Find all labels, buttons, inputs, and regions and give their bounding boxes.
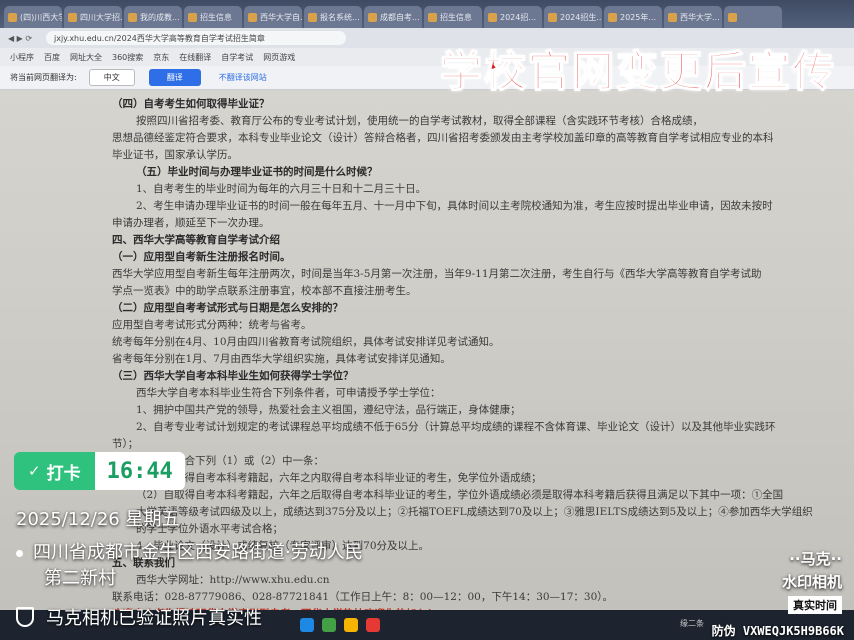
- translate-label: 将当前网页翻译为:: [10, 73, 77, 82]
- browser-tab[interactable]: 2024招...: [484, 6, 542, 28]
- tab-favicon-icon: [488, 12, 497, 22]
- browser-tab[interactable]: (四)川西大学: [4, 6, 62, 28]
- browser-tab[interactable]: 2025年...: [604, 6, 662, 28]
- browser-tab[interactable]: 西华大学...: [664, 6, 722, 28]
- document-body: （四）自考考生如何取得毕业证？ 按照四川省招考委、教育厅公布的专业考试计划，使用统…: [112, 96, 813, 610]
- bookmark-item[interactable]: 网址大全: [70, 52, 102, 63]
- browser-tab[interactable]: 我的成教...: [124, 6, 182, 28]
- browser-tab[interactable]: 西华大学自...: [244, 6, 302, 28]
- browser-tab[interactable]: 四川大学招...: [64, 6, 122, 28]
- bookmark-item[interactable]: 在线翻译: [179, 52, 211, 63]
- document-line: 的学士学位外语水平考试合格；: [136, 523, 283, 535]
- tab-favicon-icon: [428, 12, 437, 22]
- browser-icon[interactable]: [300, 618, 314, 632]
- location-dot-icon: [16, 549, 23, 557]
- checkin-time: 16:44: [94, 452, 185, 490]
- web-page-content: （四）自考考生如何取得毕业证？ 按照四川省招考委、教育厅公布的专业考试计划，使用统…: [0, 90, 854, 610]
- tab-favicon-icon: [188, 12, 197, 22]
- browser-tab[interactable]: 成都自考...: [364, 6, 422, 28]
- url-field[interactable]: jxjy.xhu.edu.cn/2024西华大学高等教育自学考试招生简章: [46, 31, 346, 45]
- document-line: 3、必须符合下列（1）或（2）中一条：: [136, 455, 325, 467]
- document-line: 申请办理者，顺延至下一次办理。: [112, 217, 270, 229]
- browser-tab[interactable]: 招生信息: [424, 6, 482, 28]
- tab-favicon-icon: [308, 12, 317, 22]
- tab-favicon-icon: [608, 12, 617, 22]
- tab-favicon-icon: [368, 12, 377, 22]
- translate-button[interactable]: 翻译: [148, 69, 201, 86]
- tab-favicon-icon: [248, 12, 257, 22]
- photo-date: 2025/12/26 星期五: [16, 509, 180, 530]
- shield-icon: [16, 607, 34, 627]
- document-line: 2、自考专业考试计划规定的考试课程总平均成绩不低于65分（计算总平均成绩的课程不…: [136, 421, 776, 433]
- translate-language-select[interactable]: 中文: [88, 69, 135, 86]
- tab-favicon-icon: [548, 12, 557, 22]
- checkin-label: ✓ 打卡: [14, 452, 95, 490]
- document-line: （五）毕业时间与办理毕业证书的时间是什么时候？: [136, 166, 378, 178]
- browser-tab[interactable]: 招生信息: [184, 6, 242, 28]
- check-icon: ✓: [28, 462, 41, 480]
- document-line: （二）应用型自考考试形式与日期是怎么安排的？: [112, 302, 343, 314]
- bookmark-item[interactable]: 360搜索: [112, 52, 143, 63]
- app-red-icon[interactable]: [366, 618, 380, 632]
- tab-favicon-icon: [8, 12, 17, 22]
- document-line: （一）应用型自考新生注册报名时间。: [112, 251, 291, 263]
- document-line: 西华大学应用型自考新生每年注册两次，时间是当年3-5月第一次注册，当年9-11月…: [112, 268, 762, 280]
- watermark-logo: ··马克·· 水印相机 真实时间: [781, 550, 842, 614]
- tray-text: 缘二条: [680, 619, 704, 628]
- document-line: 四、西华大学高等教育自学考试介绍: [112, 234, 280, 246]
- document-line: 1、拥护中国共产党的领导，热爱社会主义祖国，遵纪守法，品行端正，身体健康；: [136, 404, 521, 416]
- browser-tab[interactable]: 报名系统...: [304, 6, 362, 28]
- photo-location: 四川省成都市金牛区西安路街道·劳动人民 第二新村: [16, 540, 363, 592]
- document-line: 毕业证书，国家承认学历。: [112, 149, 238, 161]
- document-line: 思想品德经鉴定符合要求，本科专业毕业论文（设计）答辩合格者，四川省招考委颁发由主…: [112, 132, 774, 144]
- app-icon[interactable]: [322, 618, 336, 632]
- document-line: 应用型自考考试形式分两种：统考与省考。: [112, 319, 312, 331]
- document-line: 1、自考考生的毕业时间为每年的六月三十日和十二月三十日。: [136, 183, 427, 195]
- overlay-headline: 学校官网变更后宣传: [439, 46, 836, 97]
- document-line: （1）自取得自考本科考籍起，六年之内取得自考本科毕业证的考生，免学位外语成绩；: [136, 472, 542, 484]
- tab-favicon-icon: [728, 12, 737, 22]
- document-line: （三）西华大学自考本科毕业生如何获得学士学位？: [112, 370, 354, 382]
- bookmark-item[interactable]: 百度: [44, 52, 60, 63]
- document-line: 省考每年分别在1月、7月由西华大学组织实施，具体考试安排详见通知。: [112, 353, 451, 365]
- document-line: 2、考生申请办理毕业证书的时间一般在每年五月、十一月中下旬，具体时间以主考院校通…: [136, 200, 773, 212]
- bookmark-item[interactable]: 小程序: [10, 52, 34, 63]
- tab-favicon-icon: [68, 12, 77, 22]
- browser-tab[interactable]: 2024招生...: [544, 6, 602, 28]
- bookmark-item[interactable]: 网页游戏: [263, 52, 295, 63]
- document-line: 大学英语等级考试四级及以上，成绩达到375分及以上；②托福TOEFL成绩达到70…: [136, 506, 813, 518]
- bookmark-item[interactable]: 自学考试: [221, 52, 253, 63]
- folder-icon[interactable]: [344, 618, 358, 632]
- checkin-badge: ✓ 打卡 16:44: [14, 452, 185, 490]
- browser-tab[interactable]: [724, 6, 782, 28]
- tab-favicon-icon: [128, 12, 137, 22]
- document-line: 西华大学自考本科毕业生符合下列条件者，可申请授予学士学位：: [136, 387, 441, 399]
- browser-tab-strip: (四)川西大学四川大学招...我的成教...招生信息西华大学自...报名系统..…: [0, 0, 854, 28]
- document-line: 节）；: [112, 438, 139, 450]
- nav-back-icon[interactable]: ◀ ▶ ⟳: [0, 34, 40, 43]
- tab-favicon-icon: [668, 12, 677, 22]
- verify-notice: 马克相机已验证照片真实性: [16, 604, 262, 630]
- bookmark-item[interactable]: 京东: [153, 52, 169, 63]
- document-line: （2）自取得自考本科考籍起，六年之后取得自考本科毕业证的考生，学位外语成绩必须是…: [136, 489, 784, 501]
- document-line: 统考每年分别在4月、10月由四川省教育考试院组织，具体考试安排详见考试通知。: [112, 336, 500, 348]
- anti-fake-code: 防伪 VXWEQJK5H9B66K: [711, 624, 844, 638]
- document-line: 学点一览表》中的助学点联系注册事宜，校本部不直接注册考生。: [112, 285, 417, 297]
- never-translate-link[interactable]: 不翻译该网站: [219, 72, 267, 83]
- document-line: 按照四川省招考委、教育厅公布的专业考试计划，使用统一的自学考试教材，取得全部课程…: [136, 115, 703, 127]
